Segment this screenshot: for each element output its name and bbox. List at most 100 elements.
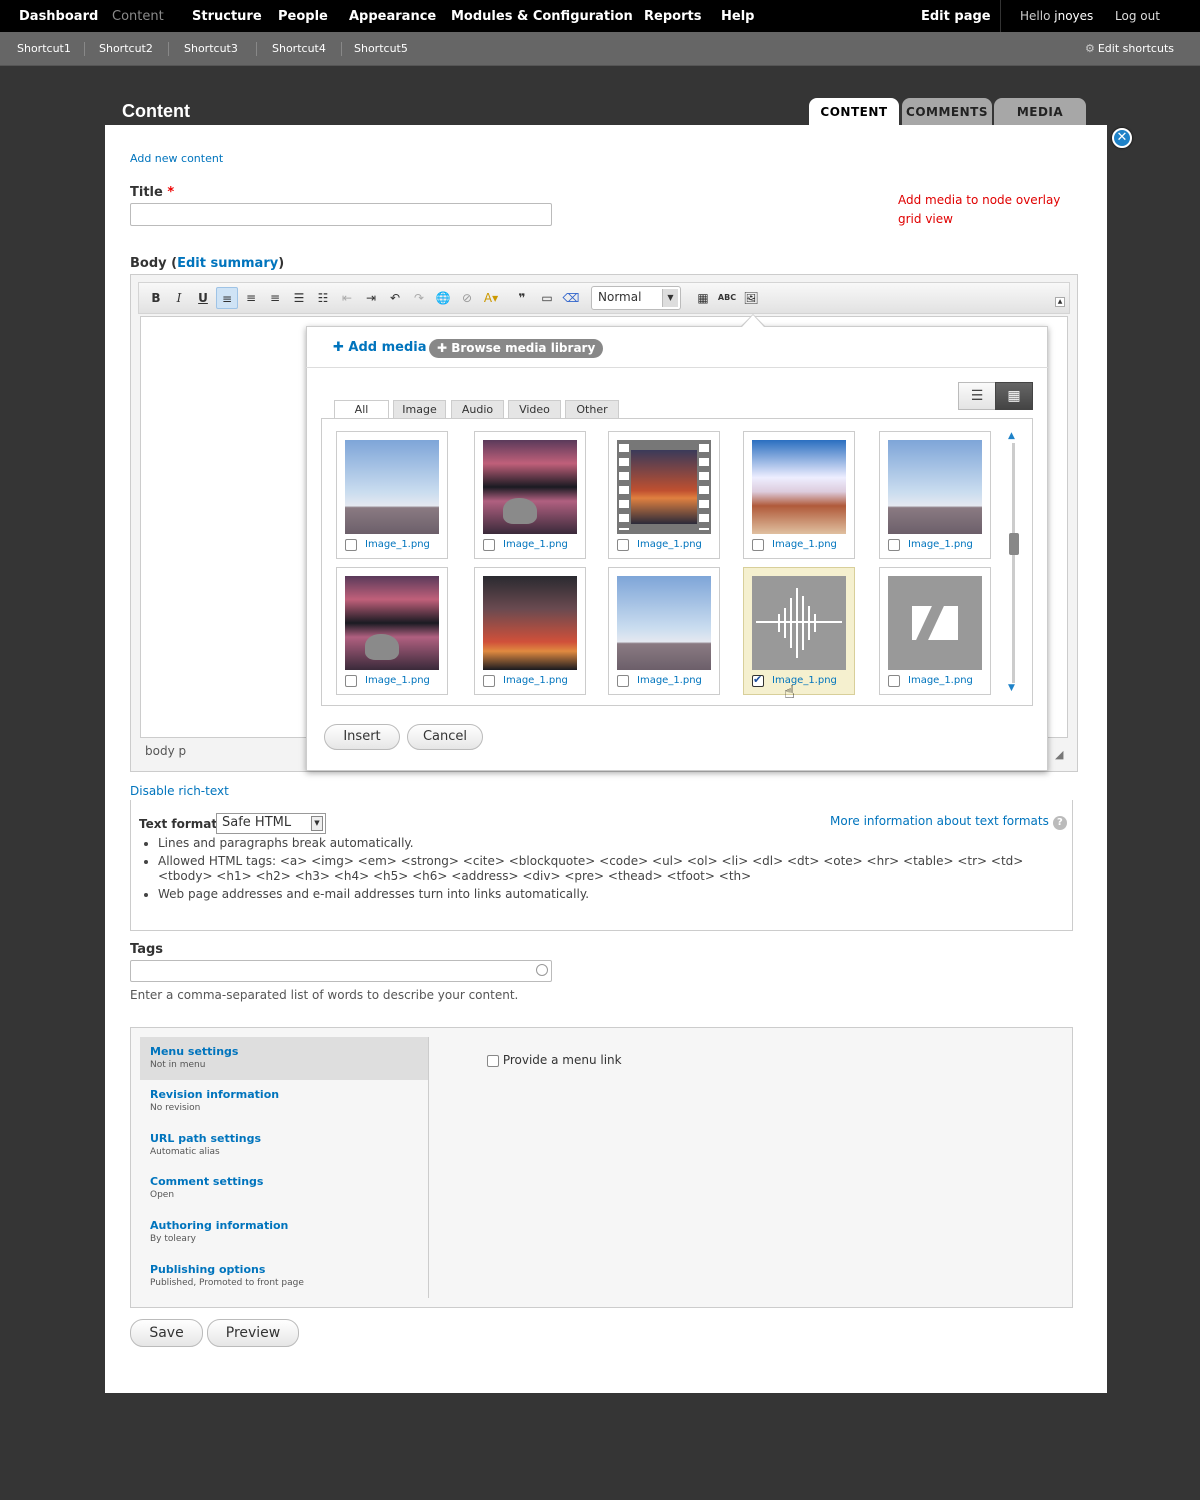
resize-handle-icon[interactable]: ◢ [1055,748,1063,761]
vertical-tab[interactable]: Revision information No revision [140,1080,428,1123]
media-tab-video[interactable]: Video [508,400,561,419]
media-filename[interactable]: Image_1.png [365,675,430,686]
media-checkbox[interactable] [617,675,629,687]
bold-icon[interactable]: B [145,287,167,309]
scroll-thumb[interactable] [1009,533,1019,555]
scroll-up-icon[interactable]: ▲ [1008,431,1015,441]
unlink-icon[interactable]: ⊘ [456,287,478,309]
grid-view-toggle[interactable]: ▦ [995,382,1033,410]
vertical-tab-title[interactable]: Authoring information [150,1219,418,1232]
shortcut-2[interactable]: Shortcut2 [99,42,153,55]
horizontal-rule-icon[interactable]: ▭ [536,287,558,309]
logout-link[interactable]: Log out [1115,9,1160,23]
spellcheck-icon[interactable]: ABC [716,287,738,309]
media-card[interactable]: Image_1.png [743,431,855,559]
undo-icon[interactable]: ↶ [384,287,406,309]
tab-media[interactable]: MEDIA [994,98,1086,126]
nav-reports[interactable]: Reports [644,9,701,24]
vertical-tab-title[interactable]: Menu settings [150,1045,418,1058]
media-card[interactable]: Image_1.png [743,567,855,695]
edit-summary-link[interactable]: Edit summary [177,256,278,271]
title-input[interactable] [130,203,552,226]
add-media-link[interactable]: ✚ Add media [333,340,427,355]
table-icon[interactable]: ▦ [692,287,714,309]
nav-dashboard[interactable]: Dashboard [19,9,98,24]
edit-page-link[interactable]: Edit page [921,9,991,24]
cancel-button[interactable]: Cancel [407,724,483,750]
align-right-icon[interactable]: ≡ [264,287,286,309]
provide-menu-link[interactable]: Provide a menu link [487,1053,622,1067]
text-format-select[interactable]: Safe HTML ▼ [216,813,326,834]
italic-icon[interactable]: I [168,287,190,309]
save-button[interactable]: Save [130,1319,203,1347]
media-card[interactable]: Image_1.png [336,567,448,695]
more-info-link[interactable]: More information about text formats [830,814,1049,828]
scroll-down-icon[interactable]: ▼ [1008,683,1015,693]
align-center-icon[interactable]: ≡ [240,287,262,309]
media-tab-image[interactable]: Image [393,400,446,419]
media-checkbox[interactable] [483,539,495,551]
media-filename[interactable]: Image_1.png [503,675,568,686]
link-icon[interactable]: 🌐 [432,287,454,309]
nav-help[interactable]: Help [721,9,754,24]
vertical-tab[interactable]: Comment settings Open [140,1167,428,1210]
vertical-tab-title[interactable]: URL path settings [150,1132,418,1145]
media-tab-other[interactable]: Other [565,400,619,419]
add-new-content-link[interactable]: Add new content [130,152,223,165]
outdent-icon[interactable]: ⇤ [336,287,358,309]
font-color-icon[interactable]: A▾ [480,287,502,309]
media-tab-all[interactable]: All [334,400,389,420]
close-icon[interactable]: ✕ [1112,128,1132,148]
tab-content[interactable]: CONTENT [809,98,899,126]
vertical-tab-title[interactable]: Publishing options [150,1263,418,1276]
browse-media-library-button[interactable]: ✚ Browse media library [429,339,604,358]
nav-content[interactable]: Content [112,9,164,24]
collapse-toolbar-icon[interactable]: ▲ [1055,297,1065,307]
media-filename[interactable]: Image_1.png [772,539,837,550]
more-info-formats[interactable]: More information about text formats? [830,814,1067,830]
vertical-tab[interactable]: Publishing options Published, Promoted to… [140,1255,428,1298]
disable-rich-text-link[interactable]: Disable rich-text [130,784,229,798]
list-view-toggle[interactable]: ☰ [958,382,996,410]
menu-link-checkbox[interactable] [487,1054,499,1067]
vertical-tab-title[interactable]: Revision information [150,1088,418,1101]
media-card[interactable]: Image_1.png [474,567,586,695]
media-filename[interactable]: Image_1.png [637,675,702,686]
media-icon[interactable]: 🖼 [740,287,762,309]
media-card[interactable]: Image_1.png [879,567,991,695]
blockquote-icon[interactable]: ❞ [511,287,533,309]
preview-button[interactable]: Preview [207,1319,299,1347]
media-card[interactable]: Image_1.png [474,431,586,559]
media-filename[interactable]: Image_1.png [908,539,973,550]
media-checkbox[interactable] [345,539,357,551]
vertical-tab[interactable]: URL path settings Automatic alias [140,1124,428,1167]
media-checkbox[interactable] [345,675,357,687]
indent-icon[interactable]: ⇥ [360,287,382,309]
insert-button[interactable]: Insert [324,724,400,750]
tags-input[interactable] [130,960,552,982]
media-checkbox[interactable] [888,675,900,687]
media-filename[interactable]: Image_1.png [503,539,568,550]
nav-modules[interactable]: Modules & Configuration [451,9,633,24]
media-filename[interactable]: Image_1.png [908,675,973,686]
underline-icon[interactable]: U [192,287,214,309]
media-checkbox[interactable] [752,673,764,687]
vertical-tab-title[interactable]: Comment settings [150,1175,418,1188]
media-checkbox[interactable] [888,539,900,551]
eraser-icon[interactable]: ⌫ [560,287,582,309]
media-card[interactable]: Image_1.png [608,567,720,695]
media-checkbox[interactable] [483,675,495,687]
media-filename[interactable]: Image_1.png [365,539,430,550]
bullet-list-icon[interactable]: ☰ [288,287,310,309]
tab-comments[interactable]: COMMENTS [902,98,992,126]
nav-people[interactable]: People [278,9,328,24]
username[interactable]: jnoyes [1054,9,1093,23]
shortcut-1[interactable]: Shortcut1 [17,42,71,55]
media-checkbox[interactable] [752,539,764,551]
block-format-select[interactable]: Normal ▼ [591,286,681,310]
shortcut-4[interactable]: Shortcut4 [272,42,326,55]
vertical-tab[interactable]: Menu settings Not in menu [140,1037,428,1080]
numbered-list-icon[interactable]: ☷ [312,287,334,309]
nav-structure[interactable]: Structure [192,9,262,24]
grid-scrollbar[interactable]: ▲ ▼ [1007,431,1021,695]
